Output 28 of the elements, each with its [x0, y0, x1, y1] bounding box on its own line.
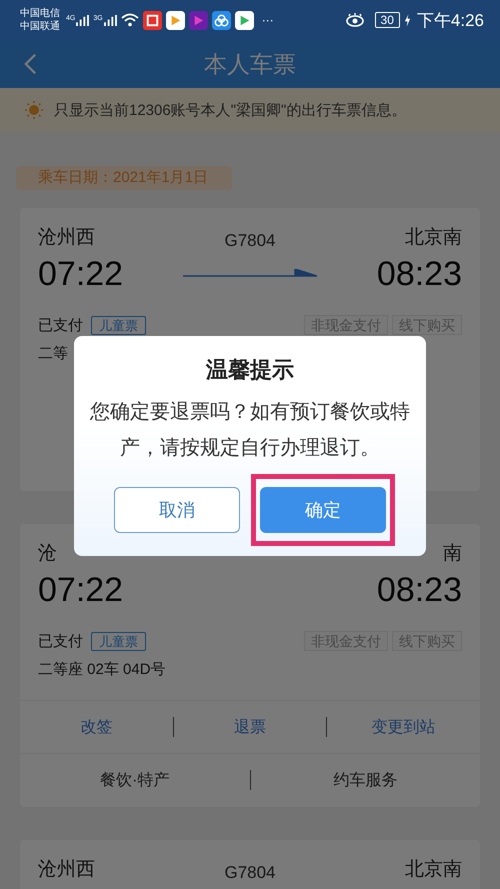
station-name: 沧	[38, 542, 57, 566]
seat-info: 二等	[38, 345, 68, 362]
clock-time: 下午4:26	[416, 10, 484, 32]
station-name: 北京南	[404, 226, 462, 250]
train-number: G7804	[224, 230, 276, 251]
station-name: 南	[443, 542, 462, 566]
departure-time: 07:22	[38, 256, 124, 292]
seat-info: 二等座 02车 04D号	[38, 661, 166, 678]
date-tag: 乘车日期：2021年1月1日	[16, 166, 232, 190]
dialog-title: 温馨提示	[206, 356, 294, 384]
departure-time: 07:22	[38, 572, 124, 608]
notice-text: 只显示当前12306账号本人"梁国卿"的出行车票信息。	[54, 100, 406, 120]
more-indicator: ···	[262, 13, 274, 27]
train-number: G7804	[224, 862, 276, 883]
ticket-type-tag: 儿童票	[91, 632, 146, 650]
arrival-time: 08:23	[376, 572, 462, 608]
carrier-name: 中国电信	[20, 7, 60, 20]
station-name: 沧州西	[38, 858, 95, 882]
station-name: 沧州西	[38, 226, 95, 250]
payment-status: 已支付	[38, 632, 83, 650]
page-title: 本人车票	[204, 50, 296, 78]
ticket-type-tag: 儿童票	[91, 316, 146, 334]
payment-status: 已支付	[38, 316, 83, 334]
battery-level: 30	[374, 12, 400, 28]
station-name: 北京南	[404, 858, 462, 882]
dialog-message: 您确定要退票吗？如有预订餐饮或特产，请按规定自行办理退订。	[89, 400, 411, 461]
arrival-time: 08:23	[376, 256, 462, 292]
carrier-name: 中国联通	[20, 20, 60, 33]
